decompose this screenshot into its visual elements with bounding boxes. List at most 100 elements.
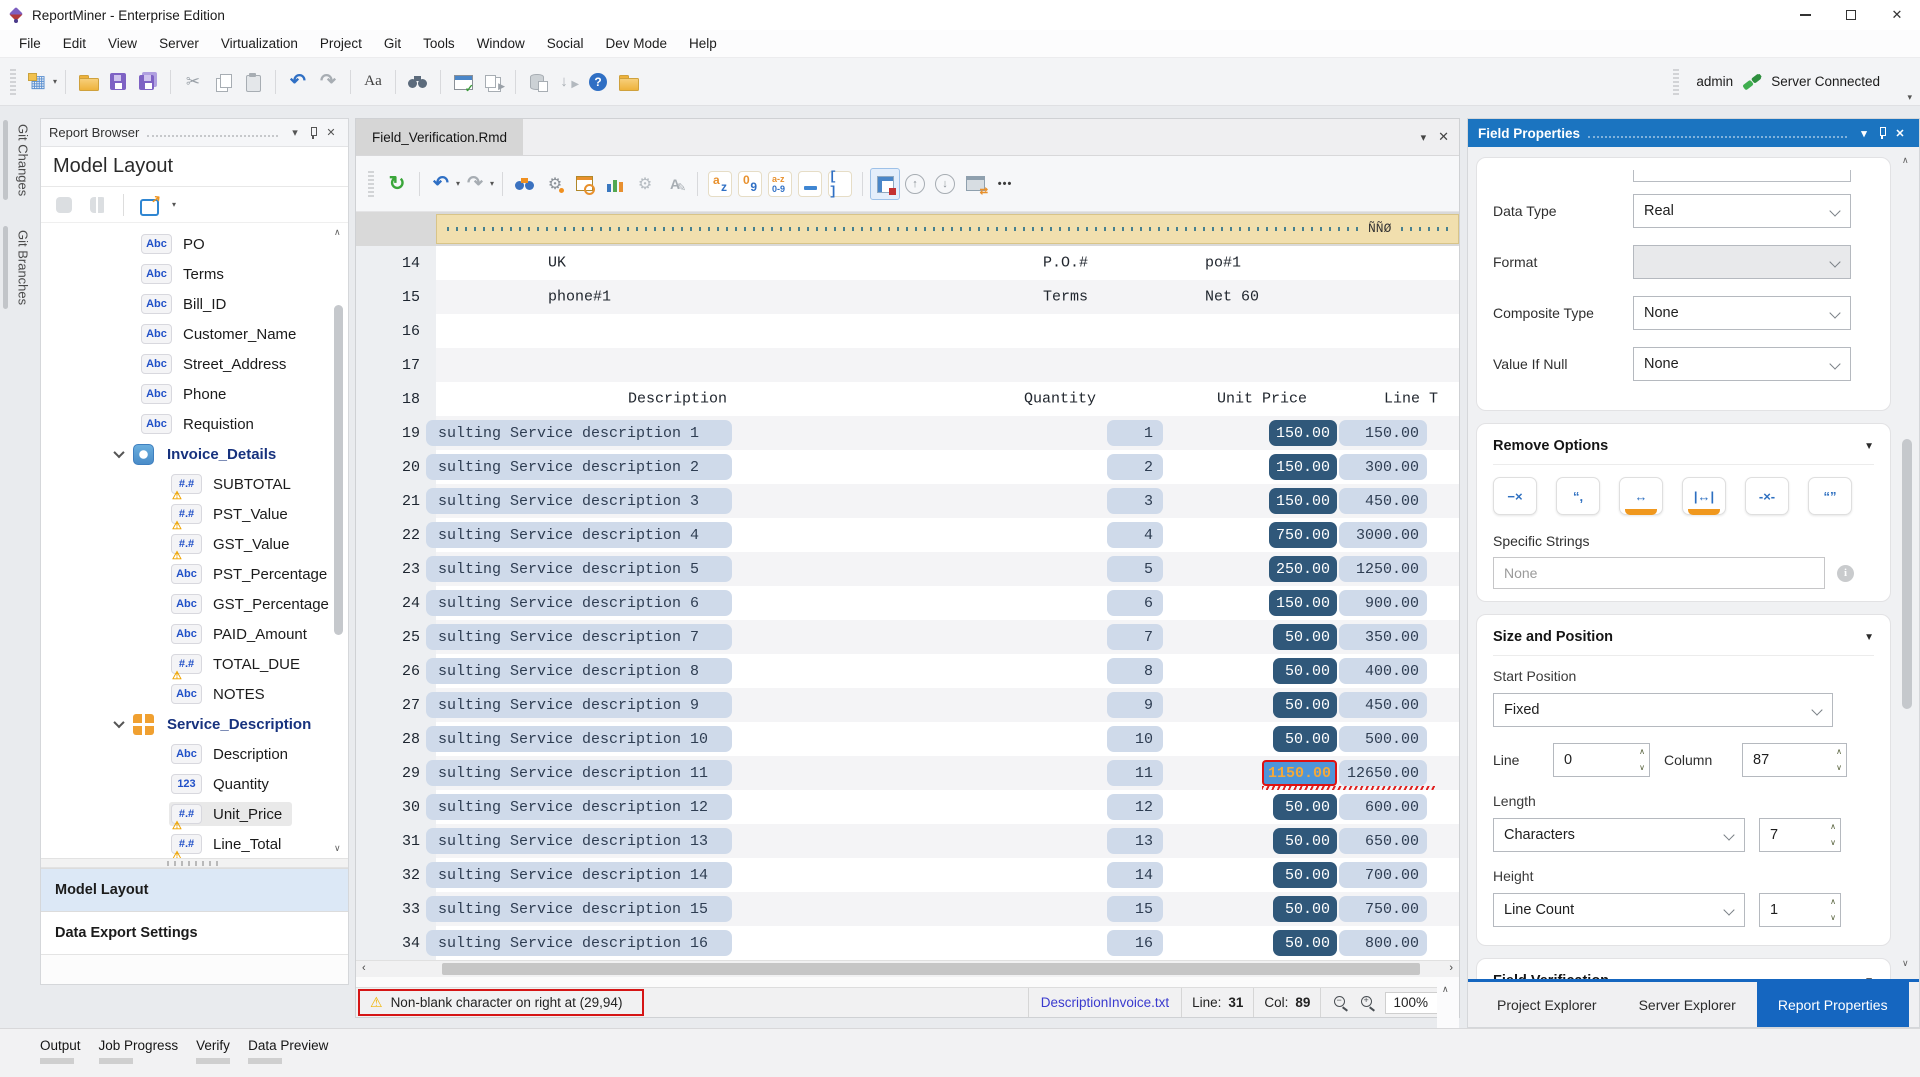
tree-item-quantity[interactable]: 123Quantity — [41, 769, 348, 799]
quantity-field[interactable]: 12 — [1107, 794, 1163, 820]
menu-item-view[interactable]: View — [97, 36, 148, 51]
minimize-button[interactable] — [1782, 0, 1828, 30]
line-total-field[interactable]: 650.00 — [1339, 828, 1427, 854]
description-field[interactable]: sulting Service description 11 — [426, 760, 732, 786]
value-if-null-select[interactable]: None — [1633, 347, 1851, 381]
line-total-field[interactable]: 150.00 — [1339, 420, 1427, 446]
tree-item-gst-value[interactable]: #.#⚠GST_Value — [41, 529, 348, 559]
pin-icon[interactable] — [304, 124, 322, 142]
description-field[interactable]: sulting Service description 15 — [426, 896, 732, 922]
format-select[interactable] — [1633, 245, 1851, 279]
tab-verify[interactable]: Verify — [196, 1029, 230, 1077]
sort-az09-button[interactable] — [765, 168, 795, 200]
zoom-in-icon[interactable]: + — [1358, 993, 1378, 1013]
preview-window-button[interactable] — [448, 66, 478, 98]
remove-option-1-button[interactable]: −× — [1493, 477, 1537, 515]
data-export-settings-button[interactable]: Data Export Settings — [41, 911, 348, 954]
panel-scrollbar[interactable]: ∧ ∨ — [1900, 155, 1915, 969]
more-button[interactable] — [990, 168, 1020, 200]
ruler-band[interactable]: ÑÑØ — [436, 214, 1459, 244]
recent-folder-button[interactable] — [613, 66, 643, 98]
auto-parse-button[interactable] — [630, 168, 660, 200]
dropdown-arrow-icon[interactable]: ▾ — [490, 179, 494, 188]
tree-item-bill-id[interactable]: AbcBill_ID — [41, 289, 348, 319]
description-field[interactable]: sulting Service description 7 — [426, 624, 732, 650]
column-stepper[interactable]: 87 ∧∨ — [1742, 743, 1847, 777]
resize-table-button[interactable] — [960, 168, 990, 200]
brackets-button[interactable] — [825, 168, 855, 200]
scroll-thumb[interactable] — [442, 963, 1420, 975]
line-total-field[interactable]: 750.00 — [1339, 896, 1427, 922]
unit-price-field[interactable]: 150.00 — [1269, 590, 1337, 616]
menu-item-git[interactable]: Git — [373, 36, 412, 51]
paste-button[interactable] — [238, 66, 268, 98]
rail-tab-git-changes[interactable]: Git Changes — [0, 122, 38, 198]
collapse-icon[interactable]: ▼ — [1864, 441, 1874, 452]
menu-item-project[interactable]: Project — [309, 36, 373, 51]
unit-price-field[interactable]: 50.00 — [1273, 726, 1337, 752]
refresh-button[interactable] — [382, 168, 412, 200]
find-fields-button[interactable] — [510, 168, 540, 200]
remove-option-6-button[interactable]: “” — [1808, 477, 1852, 515]
scroll-up-icon[interactable]: ∧ — [1442, 984, 1449, 995]
auto-create-fields-button[interactable] — [540, 168, 570, 200]
scroll-thumb[interactable] — [334, 305, 343, 635]
dropdown-arrow-icon[interactable]: ▾ — [53, 77, 57, 86]
description-field[interactable]: sulting Service description 6 — [426, 590, 732, 616]
line-total-field[interactable]: 450.00 — [1339, 692, 1427, 718]
maximize-button[interactable] — [1828, 0, 1874, 30]
import-button[interactable] — [553, 66, 583, 98]
remove-options-header[interactable]: Remove Options ▼ — [1493, 436, 1874, 465]
scroll-up-icon[interactable]: ∧ — [334, 227, 341, 238]
line-total-field[interactable]: 600.00 — [1339, 794, 1427, 820]
unit-price-field-error[interactable]: 1150.00 — [1262, 760, 1337, 786]
line-total-field[interactable]: 3000.00 — [1339, 522, 1427, 548]
font-button[interactable] — [358, 66, 388, 98]
tree-item-requistion[interactable]: AbcRequistion — [41, 409, 348, 439]
line-total-field[interactable]: 400.00 — [1339, 658, 1427, 684]
unit-price-field[interactable]: 50.00 — [1273, 658, 1337, 684]
height-unit-select[interactable]: Line Count — [1493, 893, 1745, 927]
tree-item-invoice-details[interactable]: Invoice_Details — [41, 439, 348, 469]
cut-button[interactable] — [178, 66, 208, 98]
quantity-field[interactable]: 16 — [1107, 930, 1163, 956]
quantity-field[interactable]: 10 — [1107, 726, 1163, 752]
redo-button[interactable]: ▾ — [461, 168, 495, 200]
undo-button[interactable]: ▾ — [427, 168, 461, 200]
panel-menu-icon[interactable]: ▾ — [286, 124, 304, 142]
line-stepper[interactable]: 0 ∧∨ — [1553, 743, 1650, 777]
close-icon[interactable]: ✕ — [322, 124, 340, 142]
help-button[interactable] — [583, 66, 613, 98]
analyze-chart-button[interactable] — [600, 168, 630, 200]
length-stepper[interactable]: 7 ∧∨ — [1759, 818, 1841, 852]
save-button[interactable] — [103, 66, 133, 98]
unit-price-field[interactable]: 50.00 — [1273, 794, 1337, 820]
toolbar-grip[interactable] — [1673, 69, 1679, 95]
toolbar-grip[interactable] — [10, 69, 16, 95]
quantity-field[interactable]: 9 — [1107, 692, 1163, 718]
panel-splitter[interactable] — [41, 858, 348, 868]
database-save-button[interactable] — [523, 66, 553, 98]
dropdown-arrow-icon[interactable]: ▾ — [456, 179, 460, 188]
description-field[interactable]: sulting Service description 4 — [426, 522, 732, 548]
tree-item-total-due[interactable]: #.#⚠TOTAL_DUE — [41, 649, 348, 679]
line-total-field[interactable]: 450.00 — [1339, 488, 1427, 514]
menu-item-server[interactable]: Server — [148, 36, 210, 51]
tab-report-properties[interactable]: Report Properties — [1757, 982, 1909, 1027]
tab-job-progress[interactable]: Job Progress — [99, 1029, 179, 1077]
tab-data-preview[interactable]: Data Preview — [248, 1029, 328, 1077]
close-icon[interactable]: ✕ — [1891, 124, 1909, 142]
quantity-field[interactable]: 2 — [1107, 454, 1163, 480]
tree-item-pst-value[interactable]: #.#⚠PST_Value — [41, 499, 348, 529]
pin-icon[interactable] — [1873, 124, 1891, 142]
description-field[interactable]: sulting Service description 9 — [426, 692, 732, 718]
scroll-right-icon[interactable]: › — [1449, 962, 1453, 974]
scroll-down-icon[interactable]: ∨ — [1902, 958, 1909, 969]
tree-item-unit-price[interactable]: #.#⚠Unit_Price — [41, 799, 348, 829]
tree-scrollbar[interactable]: ∧ ∨ — [332, 227, 346, 854]
unit-price-field[interactable]: 50.00 — [1273, 930, 1337, 956]
quantity-field[interactable]: 7 — [1107, 624, 1163, 650]
size-position-header[interactable]: Size and Position ▼ — [1493, 627, 1874, 656]
tree-item-line-total[interactable]: #.#⚠Line_Total — [41, 829, 348, 858]
menu-item-virtualization[interactable]: Virtualization — [210, 36, 309, 51]
